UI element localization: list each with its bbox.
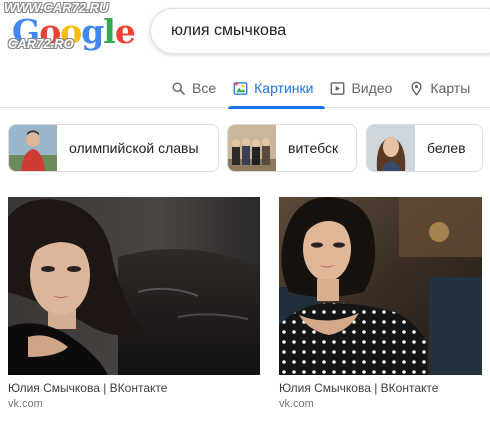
woman-portrait-thumbnail — [367, 125, 415, 171]
search-box[interactable]: юлия смычкова — [150, 8, 490, 54]
tab-maps[interactable]: Карты — [404, 68, 482, 108]
tab-all[interactable]: Все — [166, 68, 228, 108]
tab-label: Картинки — [254, 80, 314, 96]
chip-label: белев — [427, 140, 466, 156]
result-title[interactable]: Юлия Смычкова | ВКонтакте — [279, 381, 482, 395]
play-icon — [329, 80, 345, 96]
tab-label: Видео — [351, 80, 393, 96]
result-photo-woman-dark-hair[interactable] — [8, 197, 260, 375]
tab-label: Все — [192, 80, 217, 96]
result-title[interactable]: Юлия Смычкова | ВКонтакте — [8, 381, 260, 395]
image-result[interactable]: Юлия Смычкова | ВКонтакте vk.com — [8, 197, 260, 410]
image-icon — [232, 80, 248, 96]
watermark-top: WWW.CAR72.RU — [4, 0, 109, 15]
chip-olympic-glory[interactable]: олимпийской славы — [8, 124, 219, 172]
tab-images[interactable]: Картинки — [228, 68, 326, 109]
header: Google WWW.CAR72.RU CAR72.RO юлия смычко… — [0, 0, 490, 109]
search-input[interactable]: юлия смычкова — [171, 22, 286, 40]
tab-label: Карты — [430, 80, 471, 96]
image-result[interactable]: Юлия Смычкова | ВКонтакте vk.com — [279, 197, 482, 410]
watermark-middle: CAR72.RO — [8, 36, 74, 51]
result-photo-woman-polka-dot[interactable] — [279, 197, 482, 375]
chip-label: олимпийской славы — [69, 140, 199, 156]
logo-letter: g — [81, 12, 104, 51]
logo-letter: e — [114, 12, 136, 51]
chip-vitebsk[interactable]: витебск — [227, 124, 357, 172]
chip-label: витебск — [288, 140, 339, 156]
search-icon — [170, 80, 186, 96]
result-site: vk.com — [279, 398, 314, 410]
search-tabs: Все Картинки Видео Карты — [166, 68, 482, 109]
logo-letter: l — [103, 12, 116, 51]
person-in-red-thumbnail — [9, 125, 57, 171]
chip-belev[interactable]: белев — [366, 124, 483, 172]
tab-video[interactable]: Видео — [325, 68, 404, 108]
map-pin-icon — [408, 80, 424, 96]
group-photo-thumbnail — [228, 125, 276, 171]
result-site: vk.com — [8, 398, 43, 410]
